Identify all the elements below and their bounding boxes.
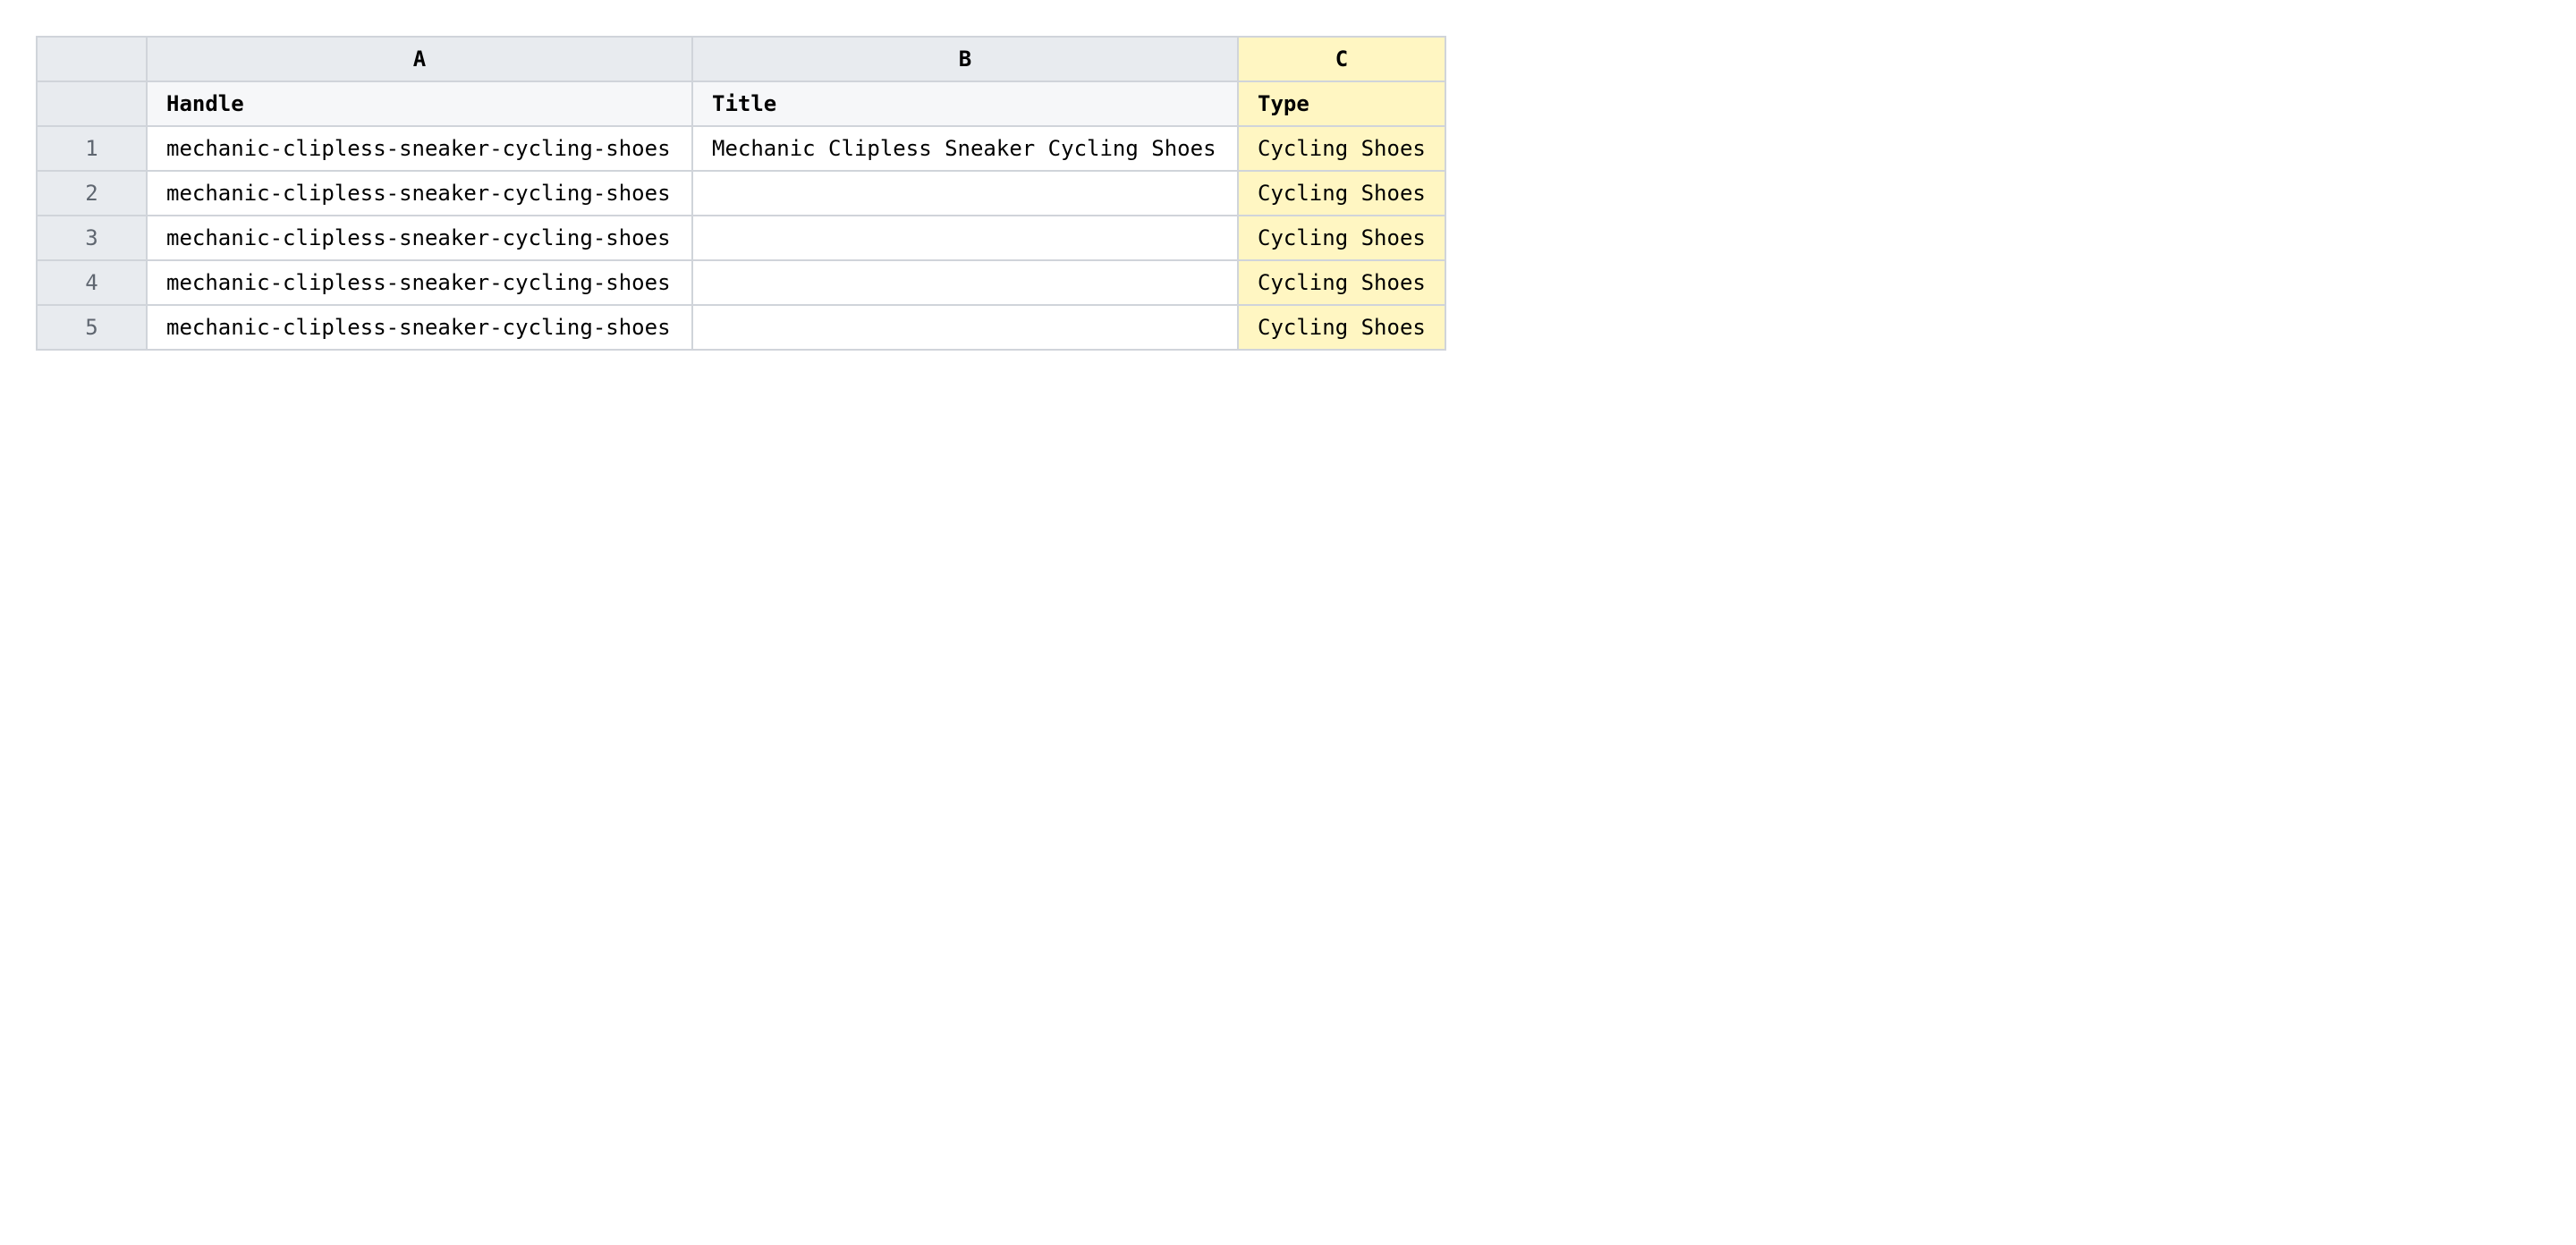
column-header-a[interactable]: A	[146, 36, 693, 82]
cell-title[interactable]	[691, 304, 1239, 351]
cell-handle[interactable]: mechanic-clipless-sneaker-cycling-shoes	[146, 259, 693, 306]
cell-handle[interactable]: mechanic-clipless-sneaker-cycling-shoes	[146, 215, 693, 261]
row-header-blank[interactable]	[36, 80, 148, 127]
cell-title[interactable]	[691, 259, 1239, 306]
cell-title[interactable]	[691, 170, 1239, 216]
select-all-corner[interactable]	[36, 36, 148, 82]
field-header-row: Handle Title Type	[36, 80, 1446, 127]
table-row: 3 mechanic-clipless-sneaker-cycling-shoe…	[36, 215, 1446, 261]
cell-title[interactable]	[691, 215, 1239, 261]
table-row: 1 mechanic-clipless-sneaker-cycling-shoe…	[36, 125, 1446, 172]
cell-type[interactable]: Cycling Shoes	[1237, 170, 1446, 216]
cell-title[interactable]: Mechanic Clipless Sneaker Cycling Shoes	[691, 125, 1239, 172]
cell-handle[interactable]: mechanic-clipless-sneaker-cycling-shoes	[146, 304, 693, 351]
row-header-5[interactable]: 5	[36, 304, 148, 351]
row-header-4[interactable]: 4	[36, 259, 148, 306]
row-header-2[interactable]: 2	[36, 170, 148, 216]
table-row: 5 mechanic-clipless-sneaker-cycling-shoe…	[36, 304, 1446, 351]
header-cell-type[interactable]: Type	[1237, 80, 1446, 127]
table-row: 2 mechanic-clipless-sneaker-cycling-shoe…	[36, 170, 1446, 216]
cell-handle[interactable]: mechanic-clipless-sneaker-cycling-shoes	[146, 170, 693, 216]
cell-handle[interactable]: mechanic-clipless-sneaker-cycling-shoes	[146, 125, 693, 172]
row-header-3[interactable]: 3	[36, 215, 148, 261]
cell-type[interactable]: Cycling Shoes	[1237, 215, 1446, 261]
header-cell-handle[interactable]: Handle	[146, 80, 693, 127]
column-header-b[interactable]: B	[691, 36, 1239, 82]
cell-type[interactable]: Cycling Shoes	[1237, 259, 1446, 306]
column-letter-row: A B C	[36, 36, 1446, 82]
column-header-c[interactable]: C	[1237, 36, 1446, 82]
spreadsheet-grid: A B C Handle Title Type 1 mechanic-clipl…	[36, 36, 1446, 351]
header-cell-title[interactable]: Title	[691, 80, 1239, 127]
cell-type[interactable]: Cycling Shoes	[1237, 125, 1446, 172]
table-row: 4 mechanic-clipless-sneaker-cycling-shoe…	[36, 259, 1446, 306]
row-header-1[interactable]: 1	[36, 125, 148, 172]
cell-type[interactable]: Cycling Shoes	[1237, 304, 1446, 351]
